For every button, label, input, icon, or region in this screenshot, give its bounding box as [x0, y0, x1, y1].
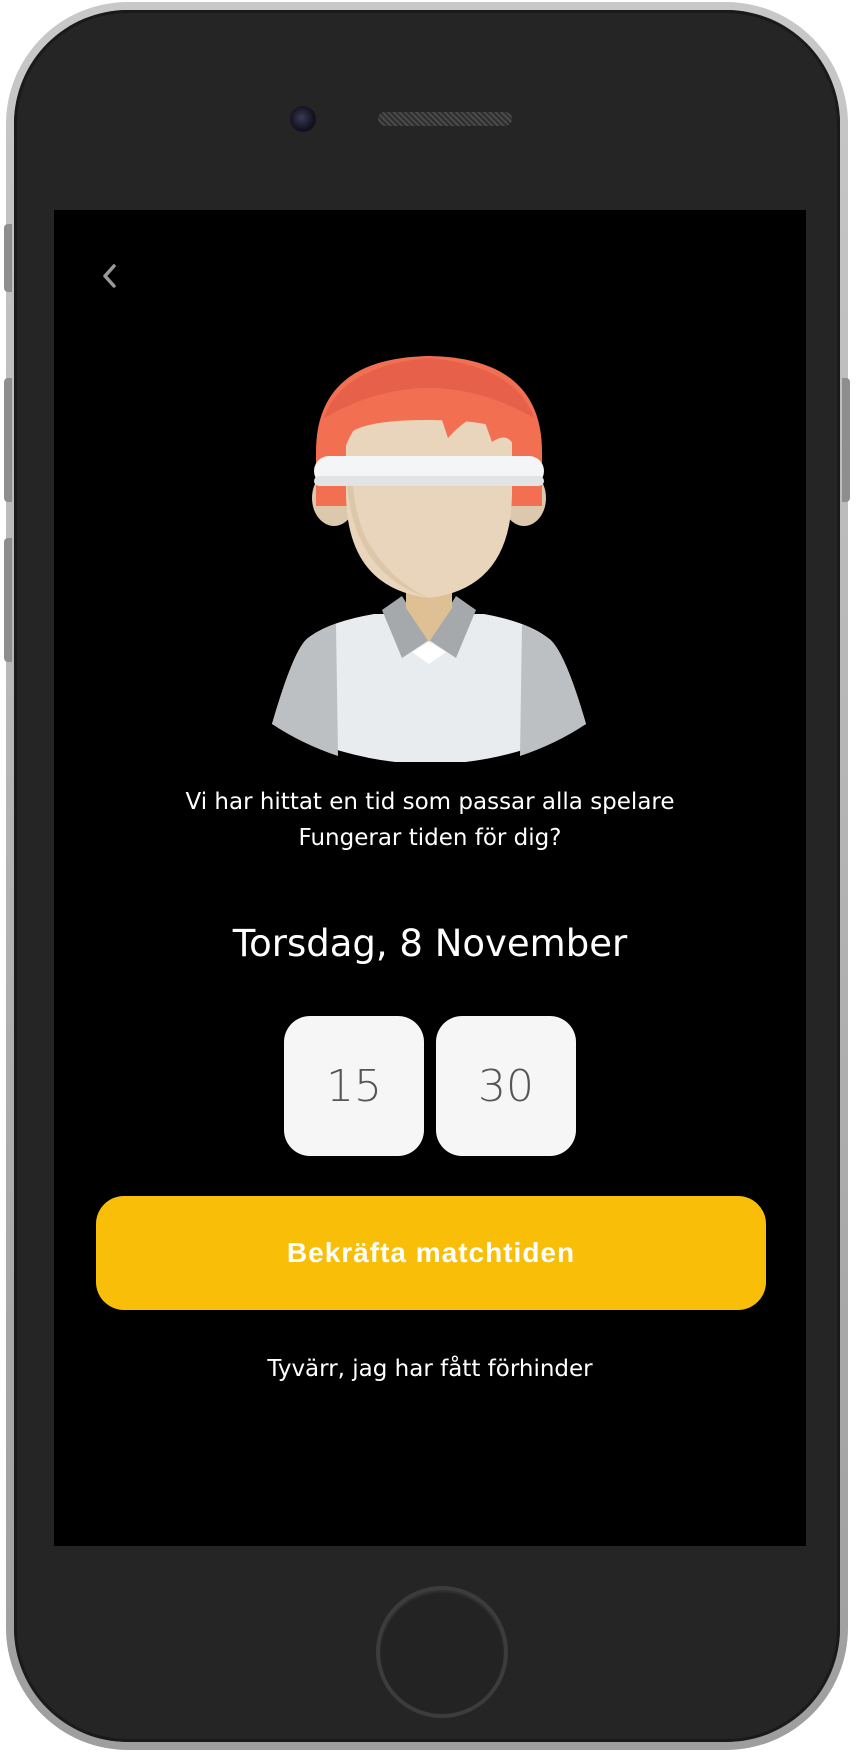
volume-up-button — [4, 378, 12, 502]
message-line-2: Fungerar tiden för dig? — [298, 825, 562, 851]
back-button[interactable] — [90, 256, 130, 296]
volume-down-button — [4, 538, 12, 662]
hour-box[interactable]: 15 — [284, 1016, 424, 1156]
home-button — [376, 1586, 508, 1718]
match-time: 15 30 — [54, 1016, 806, 1156]
minute-box[interactable]: 30 — [436, 1016, 576, 1156]
player-avatar-icon — [272, 356, 586, 762]
chevron-left-icon — [103, 264, 116, 288]
confirm-match-time-button[interactable]: Bekräfta matchtiden — [96, 1196, 766, 1310]
app-screen: Vi har hittat en tid som passar alla spe… — [54, 210, 806, 1546]
mute-switch — [4, 224, 12, 292]
front-camera — [290, 106, 316, 132]
earpiece-speaker — [378, 112, 512, 126]
message-line-1: Vi har hittat en tid som passar alla spe… — [185, 789, 675, 815]
match-date: Torsdag, 8 November — [232, 922, 628, 965]
power-button — [842, 378, 850, 502]
decline-link[interactable]: Tyvärr, jag har fått förhinder — [54, 1356, 806, 1382]
match-found-message: Vi har hittat en tid som passar alla spe… — [54, 784, 806, 856]
